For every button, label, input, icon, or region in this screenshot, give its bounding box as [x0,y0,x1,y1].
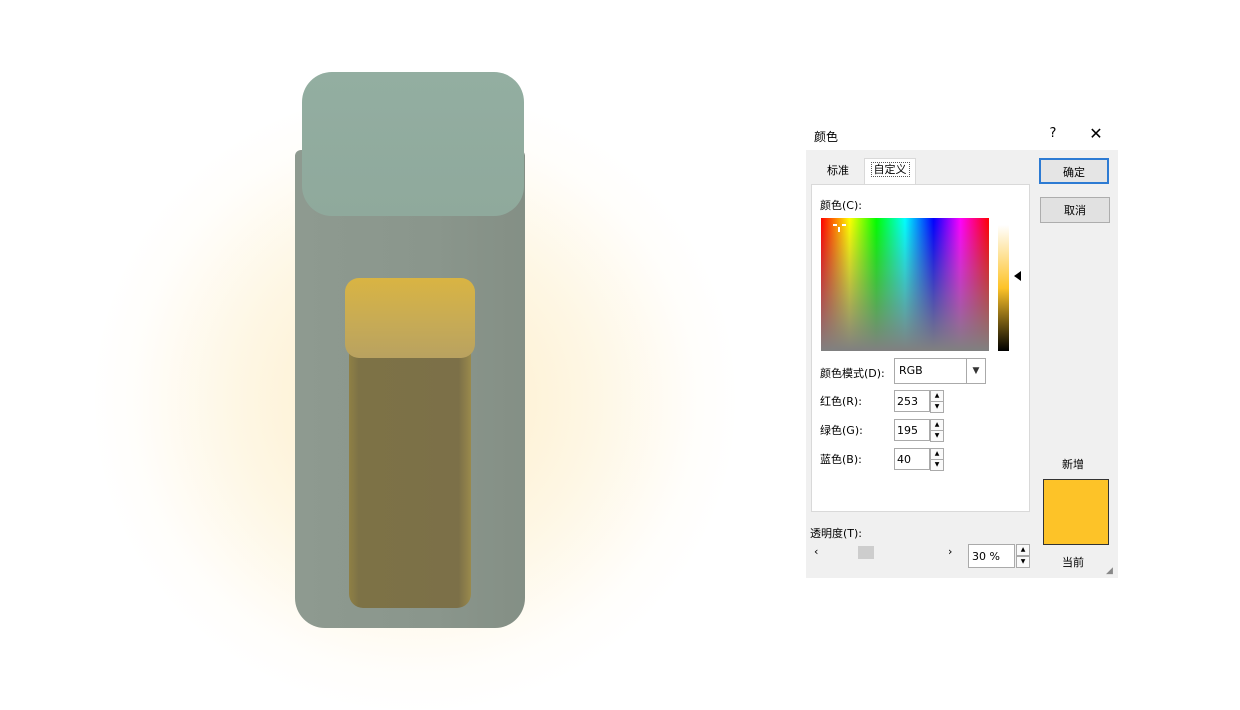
current-color-label: 当前 [1062,556,1084,569]
tab-custom-label: 自定义 [870,162,910,177]
color-dialog: 颜色 ? ✕ 标准 自定义 颜色(C): 颜色模式(D): RGB ▼ 红色(R… [806,120,1118,578]
dialog-titlebar: 颜色 ? ✕ [806,120,1118,150]
colors-label: 颜色(C): [820,199,862,212]
color-mode-label: 颜色模式(D): [820,367,885,380]
tab-standard[interactable]: 标准 [812,160,864,182]
green-input[interactable] [894,419,930,441]
blue-down-icon[interactable]: ▼ [930,459,944,471]
tab-custom[interactable]: 自定义 [864,158,916,185]
transparency-track[interactable] [828,545,948,559]
inner-block-shape[interactable] [349,332,471,608]
color-mode-select[interactable]: RGB ▼ [894,358,986,384]
color-mode-value: RGB [899,364,923,377]
color-spectrum[interactable] [821,218,989,351]
transparency-thumb[interactable] [858,546,874,559]
new-color-label: 新增 [1062,458,1084,471]
blue-label: 蓝色(B): [820,453,862,466]
transparency-label: 透明度(T): [810,527,863,540]
resize-grip-icon[interactable]: ◢ [1106,566,1113,576]
red-label: 红色(R): [820,395,862,408]
red-spinner: ▲ ▼ [894,390,944,413]
luminance-arrow-icon[interactable] [1014,271,1021,281]
transparency-spinner: ▲ ▼ [968,544,1030,568]
new-color-swatch [1043,479,1109,545]
red-input[interactable] [894,390,930,412]
custom-panel: 颜色(C): 颜色模式(D): RGB ▼ 红色(R): ▲ ▼ 绿色(G): … [811,184,1030,512]
dialog-title: 颜色 [814,130,839,144]
close-button[interactable]: ✕ [1086,124,1106,146]
spectrum-crosshair-icon [833,219,847,233]
blue-input[interactable] [894,448,930,470]
scroll-left-icon[interactable]: ‹ [814,545,818,558]
cancel-button[interactable]: 取消 [1040,197,1110,223]
pillar-top-face [302,72,524,216]
chevron-down-icon[interactable]: ▼ [966,359,985,383]
green-label: 绿色(G): [820,424,863,437]
red-down-icon[interactable]: ▼ [930,401,944,413]
transparency-input[interactable] [968,544,1015,568]
scroll-right-icon[interactable]: › [948,545,952,558]
help-button[interactable]: ? [1046,126,1060,144]
inner-block-top-face [345,278,475,358]
transparency-up-icon[interactable]: ▲ [1016,544,1030,556]
green-down-icon[interactable]: ▼ [930,430,944,442]
luminance-slider[interactable] [998,225,1009,351]
green-spinner: ▲ ▼ [894,419,944,442]
ok-button[interactable]: 确定 [1039,158,1109,184]
blue-spinner: ▲ ▼ [894,448,944,471]
transparency-down-icon[interactable]: ▼ [1016,556,1030,568]
